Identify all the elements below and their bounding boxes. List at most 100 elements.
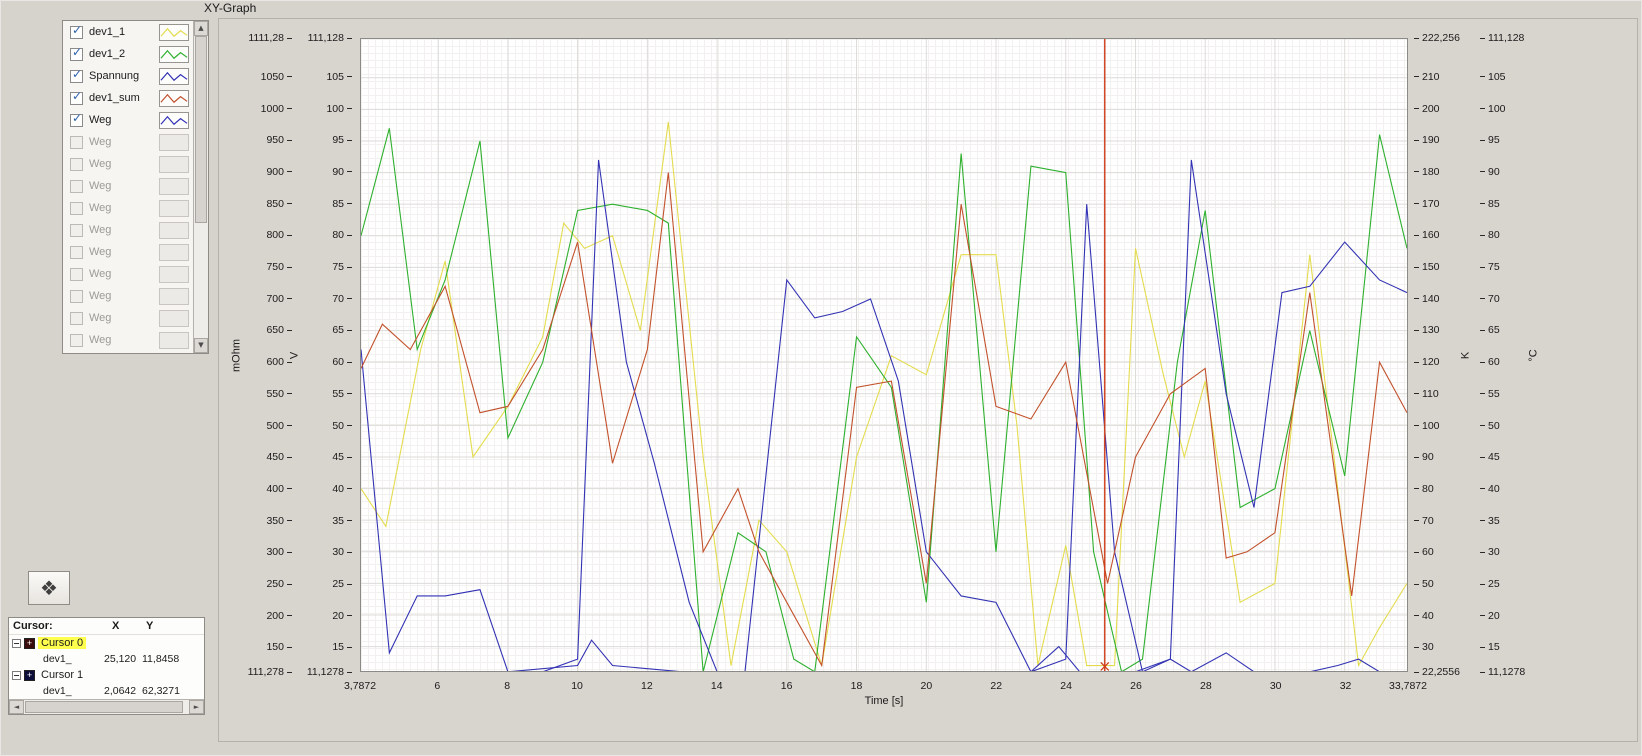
y-axis-label-mohm[interactable]: mOhm [230, 316, 245, 396]
checkbox[interactable] [70, 289, 83, 303]
legend-item[interactable]: Weg [63, 197, 193, 219]
legend-item[interactable]: ✓ Spannung [63, 65, 193, 87]
checkbox[interactable] [70, 135, 83, 149]
check-icon: ✓ [72, 66, 83, 81]
checkbox[interactable] [70, 267, 83, 281]
collapse-icon[interactable] [12, 638, 21, 648]
cursor-row[interactable]: + Cursor 0 [9, 635, 204, 651]
legend-item[interactable]: Weg [63, 131, 193, 153]
legend-scroll-up-button[interactable]: ▲ [194, 21, 208, 36]
checkbox[interactable]: ✓ [70, 66, 83, 83]
cursor-y-value: 62,3271 [142, 685, 180, 697]
graph-palette-button[interactable]: ❖ [28, 571, 70, 605]
legend-item[interactable]: Weg [63, 219, 193, 241]
legend-scrollbar-thumb[interactable] [195, 36, 207, 224]
checkbox[interactable]: ✓ [70, 45, 83, 61]
checkbox[interactable] [70, 157, 83, 171]
axis-tick: 900 [266, 166, 292, 178]
axis-tick: 3,7872 [343, 680, 377, 692]
axis-tick: 25 [332, 578, 352, 590]
cursor-name[interactable]: Cursor 0 [38, 637, 87, 649]
cursor-scrollbar-track[interactable] [24, 700, 189, 714]
axis-tick: 170 [1414, 198, 1440, 210]
axis-tick: 11,1278 [1480, 666, 1525, 678]
axis-tick: 20 [332, 610, 352, 622]
axis-tick: 8 [504, 680, 511, 692]
axis-tick: 45 [1480, 451, 1500, 463]
checkbox[interactable]: ✓ [70, 23, 83, 39]
legend-item[interactable]: ✓ dev1_sum [63, 87, 193, 109]
cursor-plot-name: dev1_ [43, 653, 72, 665]
checkbox[interactable] [70, 223, 83, 237]
line-style-sample[interactable] [159, 243, 189, 261]
line-style-sample[interactable] [159, 331, 189, 349]
checkbox[interactable] [70, 245, 83, 259]
axis-tick: 30 [1480, 546, 1500, 558]
cursor-panel-scrollbar[interactable]: ◄ ► [9, 699, 204, 714]
cursor-header-name: Cursor: [13, 620, 53, 632]
cursor-y-value: 11,8458 [142, 653, 180, 665]
legend-scrollbar[interactable]: ▲ ▼ [193, 21, 208, 353]
cursor-scroll-right-button[interactable]: ► [189, 700, 204, 714]
legend-item[interactable]: Weg [63, 285, 193, 307]
checkbox[interactable] [70, 311, 83, 325]
legend-item-label: Weg [89, 114, 112, 126]
axis-tick: 15 [332, 641, 352, 653]
axis-tick: 26 [1130, 680, 1142, 692]
legend-item[interactable]: Weg [63, 175, 193, 197]
legend-item[interactable]: Weg [63, 241, 193, 263]
axis-tick: 70 [332, 293, 352, 305]
cursor-plot-row[interactable]: dev1_ 25,120 11,8458 [9, 651, 204, 667]
checkbox[interactable] [70, 333, 83, 347]
axis-tick: 30 [1414, 641, 1434, 653]
legend-scrollbar-track[interactable] [194, 36, 208, 338]
legend-item[interactable]: Weg [63, 153, 193, 175]
legend-item[interactable]: ✓ dev1_2 [63, 43, 193, 65]
legend-item[interactable]: Weg [63, 307, 193, 329]
cursor-x-value: 25,120 [104, 653, 137, 665]
line-style-sample[interactable] [159, 111, 189, 129]
axis-tick: 450 [266, 451, 292, 463]
cursor-plot-row[interactable]: dev1_ 2,0642 62,3271 [9, 683, 204, 699]
cursor-scrollbar-thumb[interactable] [25, 701, 184, 713]
legend-scroll-down-button[interactable]: ▼ [194, 338, 208, 353]
axis-tick: 60 [1414, 546, 1434, 558]
y-axis-k[interactable]: 222,256 210 200 190 180 170 160 150 140 130 120 110… [1412, 32, 1464, 678]
line-style-sample[interactable] [159, 177, 189, 195]
checkbox[interactable]: ✓ [70, 89, 83, 105]
checkbox[interactable]: ✓ [70, 111, 83, 127]
axis-tick: 180 [1414, 166, 1440, 178]
line-style-sample[interactable] [159, 23, 189, 41]
cursor-scroll-left-button[interactable]: ◄ [9, 700, 24, 714]
axis-tick: 150 [1414, 261, 1440, 273]
line-style-sample[interactable] [159, 287, 189, 305]
line-style-sample[interactable] [159, 89, 189, 107]
y-axis-mohm[interactable]: 1111,28 1050 1000 950 900 850 800 750 700 650 600 5… [246, 32, 294, 678]
axis-tick: 105 [326, 71, 352, 83]
line-style-sample[interactable] [159, 155, 189, 173]
legend-item[interactable]: Weg [63, 263, 193, 285]
line-style-sample[interactable] [159, 309, 189, 327]
axis-tick: 190 [1414, 134, 1440, 146]
axis-tick: 1000 [261, 103, 292, 115]
legend-item[interactable]: ✓ dev1_1 [63, 21, 193, 43]
line-style-sample[interactable] [159, 199, 189, 217]
plot-area[interactable] [360, 38, 1408, 672]
axis-tick: 100 [1414, 420, 1440, 432]
checkbox[interactable] [70, 179, 83, 193]
line-style-sample[interactable] [159, 221, 189, 239]
line-style-sample[interactable] [159, 265, 189, 283]
y-axis-celsius[interactable]: 111,128 105 100 95 90 85 80 75 70 65 60 55 50 45 40 35 3… [1478, 32, 1530, 678]
line-style-sample[interactable] [159, 133, 189, 151]
cursor-name[interactable]: Cursor 1 [38, 669, 86, 681]
x-axis[interactable]: 3,7872 6 8 10 12 14 16 18 20 22 24 26 28 30 32 33,7872 [344, 680, 1427, 693]
line-style-sample[interactable] [159, 67, 189, 85]
legend-item[interactable]: Weg [63, 329, 193, 351]
checkbox[interactable] [70, 201, 83, 215]
collapse-icon[interactable] [12, 670, 21, 680]
legend-item[interactable]: ✓ Weg [63, 109, 193, 131]
y-axis-v[interactable]: 111,128 105 100 95 90 85 80 75 70 65 60 55 50 45 40 35 3… [302, 32, 354, 678]
axis-tick: 700 [266, 293, 292, 305]
line-style-sample[interactable] [159, 45, 189, 63]
cursor-row[interactable]: + Cursor 1 [9, 667, 204, 683]
